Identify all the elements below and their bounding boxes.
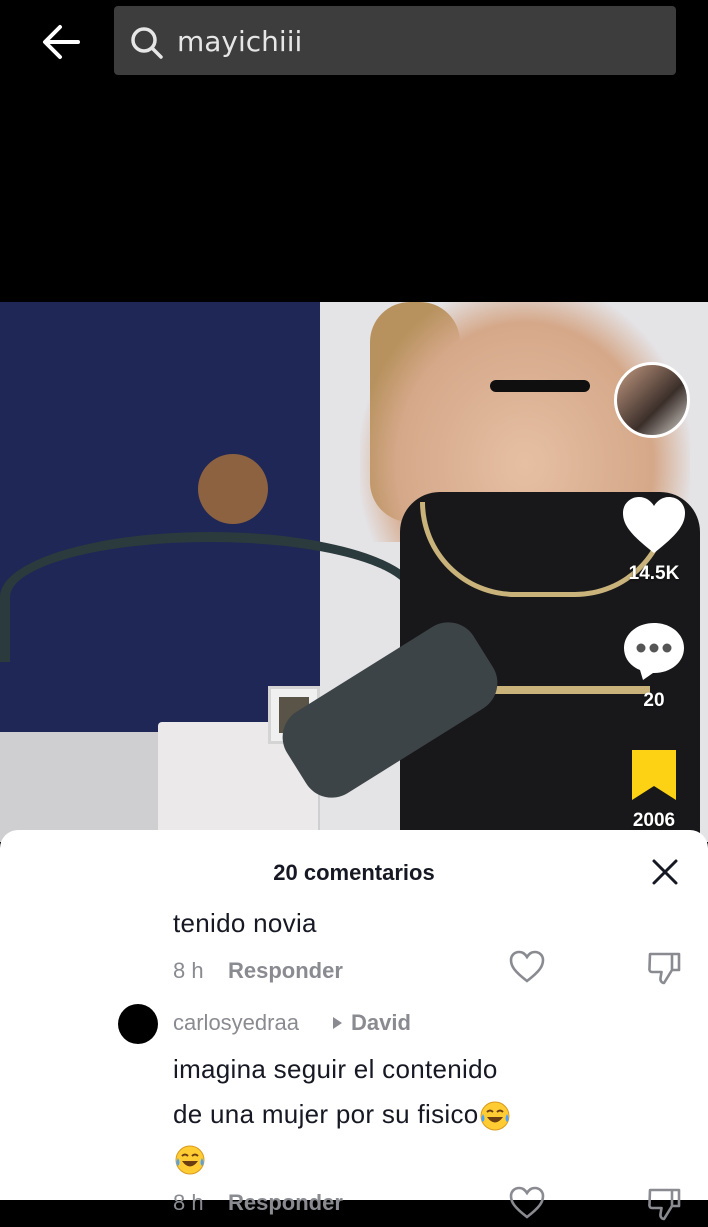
comment-username[interactable]: carlosyedraa: [173, 1010, 299, 1036]
search-box[interactable]: mayichiii: [114, 6, 676, 75]
video-person-choker: [490, 380, 590, 392]
like-action[interactable]: 14.5K: [618, 495, 690, 585]
close-icon: [652, 859, 678, 885]
comment-time: 8 h: [173, 1190, 204, 1215]
video-player[interactable]: [0, 302, 708, 842]
comment-reply-to[interactable]: David: [351, 1010, 411, 1036]
search-query[interactable]: mayichiii: [177, 25, 302, 58]
comment-text: tenido novia: [173, 908, 317, 938]
commenter-avatar[interactable]: [118, 1004, 158, 1044]
arrow-left-icon: [43, 25, 80, 59]
comment-text-line1: imagina seguir el contenido: [173, 1054, 498, 1084]
comment-dislike-button[interactable]: [646, 950, 682, 991]
comment-action[interactable]: 20: [618, 620, 690, 712]
comment-text-line2: de una mujer por su fisico: [173, 1099, 511, 1132]
tears-of-joy-emoji-icon: [175, 1145, 205, 1175]
creator-avatar[interactable]: [614, 362, 690, 438]
thumbs-down-icon: [648, 952, 681, 985]
like-count: 14.5K: [628, 563, 680, 584]
thumbs-down-icon: [648, 1188, 681, 1221]
video-cables: [0, 532, 420, 662]
save-action[interactable]: 2006: [618, 748, 690, 832]
top-bar: mayichiii: [0, 0, 708, 300]
close-button[interactable]: [648, 855, 682, 889]
heart-icon: [623, 497, 685, 553]
reply-button[interactable]: Responder: [228, 958, 343, 984]
comments-title: 20 comentarios: [273, 860, 435, 885]
comment-like-button[interactable]: [508, 1186, 546, 1225]
heart-outline-icon: [509, 950, 545, 983]
reply-button[interactable]: Responder: [228, 1190, 343, 1216]
comment-dislike-button[interactable]: [646, 1186, 682, 1227]
bookmark-icon: [632, 750, 676, 800]
save-count: 2006: [632, 810, 676, 831]
comment-count: 20: [643, 690, 665, 711]
heart-outline-icon: [509, 1186, 545, 1219]
comment-text-line2-content: de una mujer por su fisico: [173, 1099, 479, 1129]
comment-like-button[interactable]: [508, 950, 546, 989]
video-teddy-bear: [198, 454, 268, 524]
tears-of-joy-emoji-icon: [480, 1101, 510, 1131]
reply-arrow-icon: [333, 1017, 342, 1029]
comment-bubble-icon: [624, 623, 684, 680]
comment-time: 8 h: [173, 958, 204, 983]
back-button[interactable]: [40, 20, 84, 64]
search-icon: [131, 27, 163, 59]
